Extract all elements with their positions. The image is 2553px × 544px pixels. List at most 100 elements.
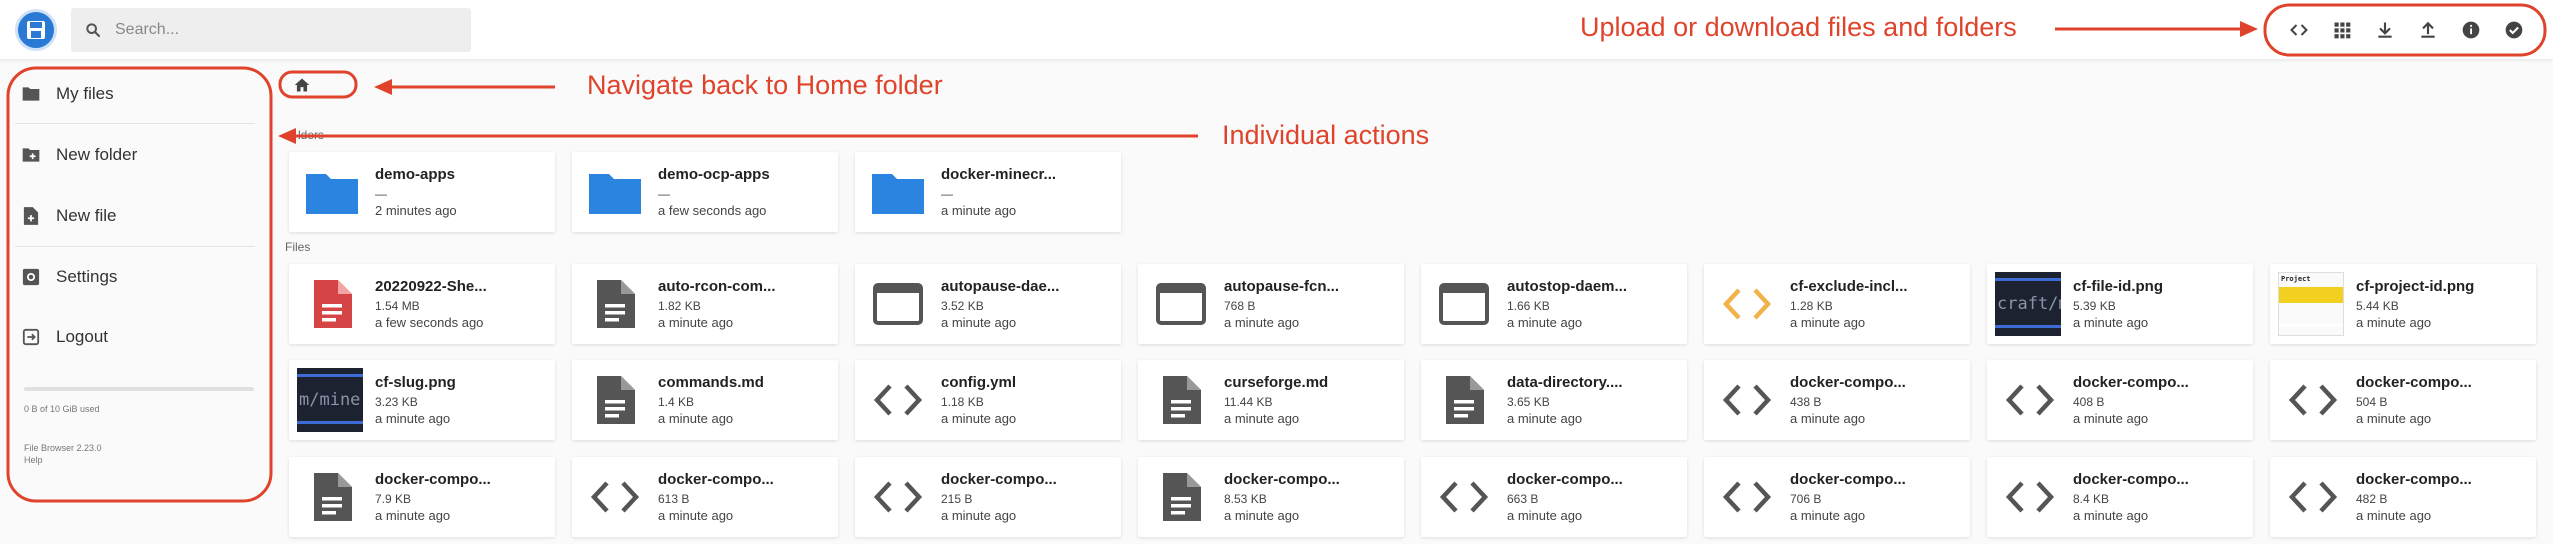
- sidebar-item-label: Settings: [56, 267, 118, 286]
- item-size: 7.9 KB: [375, 492, 412, 506]
- document-icon: [584, 374, 646, 426]
- item-size: 613 B: [658, 492, 690, 506]
- file-item[interactable]: docker-compo... 408 B a minute ago: [1987, 360, 2253, 440]
- window-icon: [1150, 278, 1212, 330]
- file-item[interactable]: autostop-daem... 1.66 KB a minute ago: [1421, 264, 1687, 344]
- upload-button[interactable]: [2406, 10, 2449, 50]
- app-logo[interactable]: [15, 9, 57, 51]
- file-item[interactable]: docker-compo... 504 B a minute ago: [2270, 360, 2536, 440]
- item-modified: a minute ago: [2073, 315, 2149, 330]
- sidebar-item-settings[interactable]: Settings: [20, 249, 255, 305]
- grid-view-button[interactable]: [2320, 10, 2363, 50]
- file-item[interactable]: docker-compo... 7.9 KB a minute ago: [289, 457, 555, 537]
- item-modified: a minute ago: [941, 411, 1017, 426]
- code-file-icon: [1716, 278, 1778, 330]
- item-size: 11.44 KB: [1224, 395, 1273, 409]
- floppy-icon: [27, 21, 45, 39]
- folder-item[interactable]: demo-ocp-apps — a few seconds ago: [572, 152, 838, 232]
- sidebar: My files New folder New file Settings Lo…: [0, 62, 278, 544]
- folder-icon: [301, 166, 363, 218]
- select-multiple-button[interactable]: [2492, 10, 2535, 50]
- annotation-actions-text: Individual actions: [1222, 120, 1430, 150]
- item-name: docker-compo...: [2356, 374, 2472, 391]
- annotation-upload-text: Upload or download files and folders: [1580, 12, 2017, 42]
- file-item[interactable]: docker-compo... 482 B a minute ago: [2270, 457, 2536, 537]
- item-name: data-directory....: [1507, 374, 1623, 391]
- item-size: 1.28 KB: [1790, 299, 1833, 313]
- settings-icon: [20, 266, 42, 288]
- file-item[interactable]: commands.md 1.4 KB a minute ago: [572, 360, 838, 440]
- item-size: 438 B: [1790, 395, 1822, 409]
- file-browser-app: My files New folder New file Settings: [0, 0, 2553, 544]
- item-name: config.yml: [941, 374, 1017, 391]
- document-icon: [1150, 471, 1212, 523]
- thumbnail-text: craft/m: [1997, 294, 2061, 314]
- item-size: —: [658, 187, 670, 201]
- folders-section-label: lders: [298, 128, 325, 142]
- code-file-icon: [867, 471, 929, 523]
- sidebar-item-new-file[interactable]: New file: [20, 188, 255, 244]
- info-icon: [2462, 21, 2479, 39]
- item-size: 215 B: [941, 492, 973, 506]
- sidebar-item-new-folder[interactable]: New folder: [20, 127, 255, 183]
- file-item[interactable]: docker-compo... 706 B a minute ago: [1704, 457, 1970, 537]
- file-item[interactable]: docker-compo... 8.53 KB a minute ago: [1138, 457, 1404, 537]
- item-modified: a minute ago: [658, 411, 734, 426]
- item-name: docker-minecr...: [941, 166, 1057, 183]
- sidebar-divider: [15, 123, 255, 124]
- breadcrumb-home-button[interactable]: [289, 73, 315, 97]
- info-button[interactable]: [2449, 10, 2492, 50]
- download-button[interactable]: [2363, 10, 2406, 50]
- code-file-icon: [1716, 471, 1778, 523]
- code-icon: [2289, 24, 2308, 36]
- file-item[interactable]: config.yml 1.18 KB a minute ago: [855, 360, 1121, 440]
- file-item[interactable]: 20220922-She... 1.54 MB a few seconds ago: [289, 264, 555, 344]
- folder-item[interactable]: docker-minecr... — a minute ago: [855, 152, 1121, 232]
- sidebar-item-my-files[interactable]: My files: [20, 66, 255, 122]
- item-modified: a minute ago: [375, 411, 451, 426]
- code-file-icon: [867, 374, 929, 426]
- item-modified: a minute ago: [1224, 315, 1300, 330]
- file-item[interactable]: m/mine cf-slug.png 3.23 KB a minute ago: [289, 360, 555, 440]
- file-item[interactable]: docker-compo... 215 B a minute ago: [855, 457, 1121, 537]
- file-item[interactable]: Project cf-project-id.png 5.44 KB a minute …: [2270, 264, 2536, 344]
- file-item[interactable]: docker-compo... 613 B a minute ago: [572, 457, 838, 537]
- item-modified: a minute ago: [2356, 508, 2432, 523]
- help-link[interactable]: Help: [24, 455, 43, 465]
- quota-progress-bar: [24, 387, 254, 391]
- file-item[interactable]: autopause-fcn... 768 B a minute ago: [1138, 264, 1404, 344]
- item-modified: a few seconds ago: [658, 203, 767, 218]
- folder-icon: [867, 166, 929, 218]
- item-name: docker-compo...: [2073, 471, 2189, 488]
- item-size: 482 B: [2356, 492, 2388, 506]
- file-item[interactable]: cf-exclude-incl... 1.28 KB a minute ago: [1704, 264, 1970, 344]
- file-item[interactable]: data-directory.... 3.65 KB a minute ago: [1421, 360, 1687, 440]
- search-icon: [86, 23, 100, 37]
- switch-view-button[interactable]: [2277, 10, 2320, 50]
- code-file-icon: [1716, 374, 1778, 426]
- file-item[interactable]: docker-compo... 438 B a minute ago: [1704, 360, 1970, 440]
- sidebar-item-logout[interactable]: Logout: [20, 309, 255, 365]
- download-icon: [2377, 22, 2392, 38]
- file-item[interactable]: auto-rcon-com... 1.82 KB a minute ago: [572, 264, 838, 344]
- search-box[interactable]: [71, 8, 471, 52]
- file-item[interactable]: autopause-dae... 3.52 KB a minute ago: [855, 264, 1121, 344]
- code-file-icon: [2282, 471, 2344, 523]
- item-modified: a minute ago: [941, 315, 1017, 330]
- item-name: demo-apps: [375, 166, 456, 183]
- file-item[interactable]: craft/m cf-file-id.png 5.39 KB a minute ago: [1987, 264, 2253, 344]
- item-modified: a minute ago: [1790, 315, 1866, 330]
- code-file-icon: [1433, 471, 1495, 523]
- item-modified: a minute ago: [1224, 411, 1300, 426]
- sidebar-item-label: New file: [56, 206, 117, 225]
- document-icon: [584, 278, 646, 330]
- code-file-icon: [584, 471, 646, 523]
- new-file-icon: [20, 205, 42, 227]
- item-modified: a few seconds ago: [375, 315, 484, 330]
- file-item[interactable]: docker-compo... 8.4 KB a minute ago: [1987, 457, 2253, 537]
- search-input[interactable]: [115, 21, 435, 39]
- document-icon: [301, 471, 363, 523]
- file-item[interactable]: curseforge.md 11.44 KB a minute ago: [1138, 360, 1404, 440]
- file-item[interactable]: docker-compo... 663 B a minute ago: [1421, 457, 1687, 537]
- folder-item[interactable]: demo-apps — 2 minutes ago: [289, 152, 555, 232]
